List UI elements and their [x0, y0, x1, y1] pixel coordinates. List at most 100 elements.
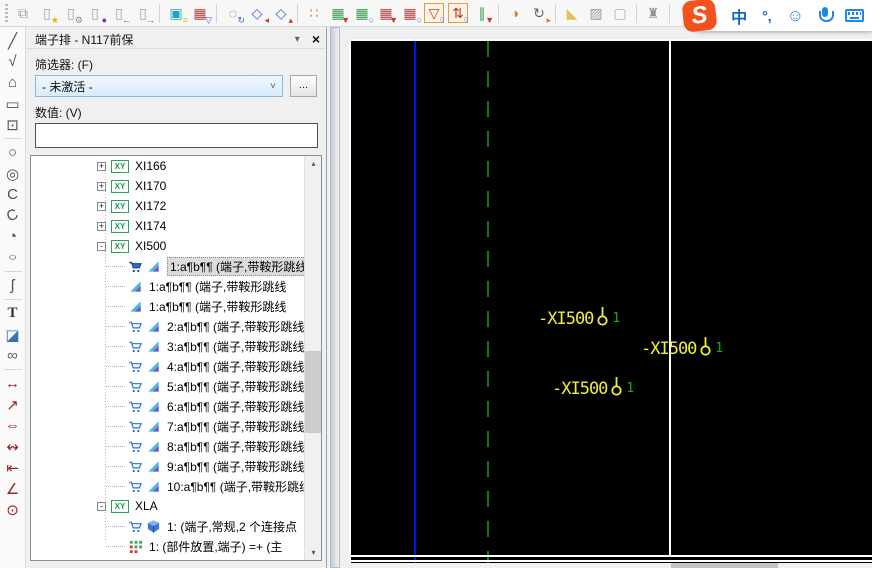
tree-row[interactable]: 10:a¶b¶¶ (端子,带鞍形跳线 — [31, 476, 304, 496]
canvas-frame: -XI500 1 -XI500 1 -XI500 1 — [345, 33, 872, 568]
polygon-tool-icon[interactable]: ⌂ — [2, 72, 24, 93]
export-page-icon[interactable]: ▯→ — [133, 3, 153, 23]
flip-horizontal-icon[interactable]: ◇◂ — [247, 3, 267, 23]
panel-collapse-icon[interactable]: ▾ — [295, 34, 300, 45]
circle-tool-icon[interactable]: ○ — [2, 142, 24, 163]
sogou-logo-icon[interactable]: S — [682, 0, 718, 33]
spline-tool-icon[interactable]: ʃ — [2, 275, 24, 296]
arc-center-tool-icon[interactable]: C — [2, 205, 24, 226]
terminal-filter-icon[interactable]: ▦▼ — [376, 3, 396, 23]
tree-expander[interactable]: + — [97, 222, 106, 231]
tree-row[interactable]: 8:a¶b¶¶ (端子,带鞍形跳线 — [31, 436, 304, 456]
rotate-icon[interactable]: ↻▸ — [529, 3, 549, 23]
tree-row[interactable]: 1: (端子,常规,2 个连接点 — [31, 516, 304, 536]
document-settings-icon[interactable]: ▯⚙ — [61, 3, 81, 23]
value-input[interactable] — [35, 123, 318, 148]
tree-row[interactable]: 3:a¶b¶¶ (端子,带鞍形跳线 — [31, 336, 304, 356]
tree-row[interactable]: +XYXI166 — [31, 156, 304, 176]
tree-expander[interactable]: - — [97, 242, 106, 251]
scrollbar-up-icon[interactable]: ▴ — [305, 156, 322, 171]
tree-row[interactable]: +XYXI170 — [31, 176, 304, 196]
rotate-handles-icon[interactable]: ◌↻ — [223, 3, 243, 23]
copy-document-icon[interactable]: ⧉ — [13, 3, 33, 23]
rectangle-tool-icon[interactable]: ▭ — [2, 93, 24, 114]
tree-expander[interactable]: + — [97, 162, 106, 171]
toolbar-drag-handle[interactable] — [5, 4, 8, 22]
corner-fill-icon[interactable]: ◣ — [562, 3, 582, 23]
terminal-strip-icon: XY — [111, 220, 129, 233]
mirror-icon[interactable]: ◑ — [505, 3, 525, 23]
toolbar-separator — [555, 4, 556, 23]
filter-more-button[interactable]: ... — [290, 75, 317, 97]
sogou-punctuation-toggle[interactable]: °, — [762, 8, 772, 24]
tree-row[interactable]: 1:a¶b¶¶ (端子,带鞍形跳线 — [31, 256, 304, 276]
new-document-icon[interactable]: ▯★ — [37, 3, 57, 23]
ellipse-tool-icon[interactable]: ○ — [2, 247, 24, 268]
tree-row[interactable]: 9:a¶b¶¶ (端子,带鞍形跳线 — [31, 456, 304, 476]
tree-row[interactable]: 5:a¶b¶¶ (端子,带鞍形跳线 — [31, 376, 304, 396]
flag-icon — [145, 378, 161, 394]
tree-row[interactable]: +XYXI174 — [31, 216, 304, 236]
sogou-emoji-button[interactable]: ☺ — [787, 7, 804, 24]
filter-dropdown[interactable]: - 未激活 - ˅ — [35, 75, 283, 97]
hatch-fill-icon[interactable]: ▨ — [586, 3, 606, 23]
tree-row[interactable]: +XYXI172 — [31, 196, 304, 216]
dimension-radius-icon[interactable]: ⊙ — [2, 499, 24, 520]
tree-row[interactable]: 4:a¶b¶¶ (端子,带鞍形跳线 — [31, 356, 304, 376]
tree-row[interactable]: 7:a¶b¶¶ (端子,带鞍形跳线 — [31, 416, 304, 436]
scrollbar-down-icon[interactable]: ▾ — [305, 545, 322, 560]
line-tool-icon[interactable]: ╱ — [2, 30, 24, 51]
tree-row-label: 4:a¶b¶¶ (端子,带鞍形跳线 — [167, 358, 304, 375]
dimension-horizontal-icon[interactable]: ↔ — [2, 373, 24, 394]
dimension-baseline-icon[interactable]: ↭ — [2, 436, 24, 457]
dimension-angle-icon[interactable]: ∠ — [2, 478, 24, 499]
tree-row[interactable]: 2:a¶b¶¶ (端子,带鞍形跳线 — [31, 316, 304, 336]
dimension-limit-icon[interactable]: ⇤ — [2, 457, 24, 478]
drawing-canvas[interactable]: -XI500 1 -XI500 1 -XI500 1 — [349, 39, 872, 563]
tree-row[interactable]: 1: (部件放置,端子) =+ (主 — [31, 536, 304, 556]
tree-expander[interactable]: + — [97, 182, 106, 191]
canvas-hscrollbar-thumb[interactable] — [671, 563, 778, 568]
tree-row[interactable]: 1:a¶b¶¶ (端子,带鞍形跳线 — [31, 296, 304, 316]
stamp-icon[interactable]: ♜ — [643, 3, 663, 23]
circle-points-tool-icon[interactable]: ◎ — [2, 163, 24, 184]
polyline-tool-icon[interactable]: √ — [2, 51, 24, 72]
sogou-mic-icon[interactable] — [819, 7, 830, 24]
column-filter-icon[interactable]: ∥▼ — [472, 3, 492, 23]
toolbar-separator — [4, 138, 22, 139]
table-filter-icon[interactable]: ▦▽ — [190, 3, 210, 23]
tree-row-label: 9:a¶b¶¶ (端子,带鞍形跳线 — [167, 458, 304, 475]
sogou-keyboard-icon[interactable] — [845, 9, 864, 22]
tree-row-label: 1: (端子,常规,2 个连接点 — [167, 518, 297, 535]
filter-terminal-toggle-icon[interactable]: ▽○ — [424, 3, 444, 23]
image-tool-icon[interactable]: ◪ — [2, 324, 24, 345]
tree-row[interactable]: -XYXI500 — [31, 236, 304, 256]
arc-tool-icon[interactable]: C — [2, 184, 24, 205]
sogou-language-toggle[interactable]: 中 — [731, 4, 747, 28]
dimension-chain-icon[interactable]: ⇔ — [2, 415, 24, 436]
panel-splitter[interactable] — [327, 27, 345, 568]
device-filter-icon[interactable]: ▦▼ — [328, 3, 348, 23]
tree-scrollbar[interactable]: ▴ ▾ — [304, 156, 321, 560]
new-window-icon[interactable]: ▣≡ — [166, 3, 186, 23]
import-page-icon[interactable]: ▯← — [109, 3, 129, 23]
move-terminal-toggle-icon[interactable]: ⇅○ — [448, 3, 468, 23]
sector-tool-icon[interactable]: ◔ — [2, 226, 24, 247]
tree-row[interactable]: 1:a¶b¶¶ (端子,带鞍形跳线 — [31, 276, 304, 296]
flip-vertical-icon[interactable]: ◇▴ — [271, 3, 291, 23]
terminal-select-icon[interactable]: ▦○ — [400, 3, 420, 23]
panel-close-icon[interactable]: × — [312, 32, 320, 46]
tree-expander[interactable]: - — [97, 502, 106, 511]
document-macro-icon[interactable]: ▯● — [85, 3, 105, 23]
rectangle-points-tool-icon[interactable]: ⊡ — [2, 114, 24, 135]
align-terminals-icon[interactable]: ∷ — [304, 3, 324, 23]
scrollbar-thumb[interactable] — [305, 351, 322, 433]
tree-expander[interactable]: + — [97, 202, 106, 211]
tree-row[interactable]: 6:a¶b¶¶ (端子,带鞍形跳线 — [31, 396, 304, 416]
text-tool-icon[interactable]: T — [2, 303, 24, 324]
device-select-icon[interactable]: ▦○ — [352, 3, 372, 23]
tree-row[interactable]: -XYXLA — [31, 496, 304, 516]
selection-area-icon[interactable]: ▢ — [610, 3, 630, 23]
link-tool-icon[interactable]: ∞ — [2, 345, 24, 366]
dimension-aligned-icon[interactable]: ↗ — [2, 394, 24, 415]
